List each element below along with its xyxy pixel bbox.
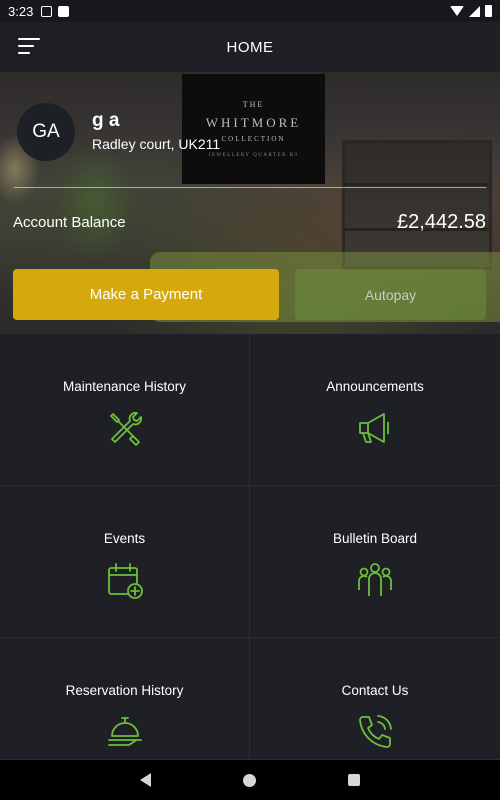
tile-label: Events bbox=[103, 531, 146, 546]
group-icon bbox=[355, 560, 395, 600]
user-name: g a bbox=[92, 110, 120, 131]
service-bell-icon bbox=[105, 712, 145, 752]
avatar-initials: GA bbox=[32, 121, 60, 142]
tile-announcements[interactable]: Announcements bbox=[250, 334, 500, 486]
balance-label: Account Balance bbox=[13, 214, 126, 231]
autopay-button[interactable]: Autopay bbox=[295, 269, 486, 320]
tile-label: Announcements bbox=[326, 379, 424, 394]
hamburger-menu-icon[interactable] bbox=[18, 38, 42, 56]
balance-value: £2,442.58 bbox=[397, 211, 486, 233]
avatar[interactable]: GA bbox=[17, 103, 75, 161]
tile-events[interactable]: Events bbox=[0, 486, 250, 638]
feature-grid: Maintenance History Announcements Events bbox=[0, 334, 500, 760]
battery-icon bbox=[485, 5, 492, 17]
recents-icon[interactable] bbox=[348, 774, 360, 786]
property-logo: THE WHITMORE COLLECTION JEWELLERY QUARTE… bbox=[182, 74, 325, 184]
tile-label: Contact Us bbox=[341, 683, 409, 698]
back-icon[interactable] bbox=[140, 773, 151, 787]
divider bbox=[14, 187, 486, 188]
tile-label: Reservation History bbox=[65, 683, 184, 698]
sd-card-icon bbox=[58, 5, 70, 17]
system-navigation-bar bbox=[0, 760, 500, 800]
account-hero: THE WHITMORE COLLECTION JEWELLERY QUARTE… bbox=[0, 72, 500, 334]
calendar-add-icon bbox=[105, 560, 145, 600]
user-address: Radley court, UK211 bbox=[92, 136, 221, 152]
home-icon[interactable] bbox=[243, 773, 256, 787]
app-bar: HOME bbox=[0, 22, 500, 72]
page-title: HOME bbox=[226, 38, 274, 56]
tile-label: Bulletin Board bbox=[332, 531, 418, 546]
tile-contact-us[interactable]: Contact Us bbox=[250, 638, 500, 760]
notification-icon bbox=[41, 5, 53, 17]
status-bar: 3:23 bbox=[0, 0, 500, 22]
tile-reservation-history[interactable]: Reservation History bbox=[0, 638, 250, 760]
tile-label: Maintenance History bbox=[62, 379, 187, 394]
tile-maintenance-history[interactable]: Maintenance History bbox=[0, 334, 250, 486]
megaphone-icon bbox=[355, 408, 395, 448]
status-time: 3:23 bbox=[8, 3, 34, 19]
wifi-icon bbox=[450, 6, 464, 16]
phone-call-icon bbox=[355, 712, 395, 752]
make-payment-button[interactable]: Make a Payment bbox=[13, 269, 279, 320]
signal-icon bbox=[469, 5, 480, 17]
tools-icon bbox=[105, 408, 145, 448]
tile-bulletin-board[interactable]: Bulletin Board bbox=[250, 486, 500, 638]
